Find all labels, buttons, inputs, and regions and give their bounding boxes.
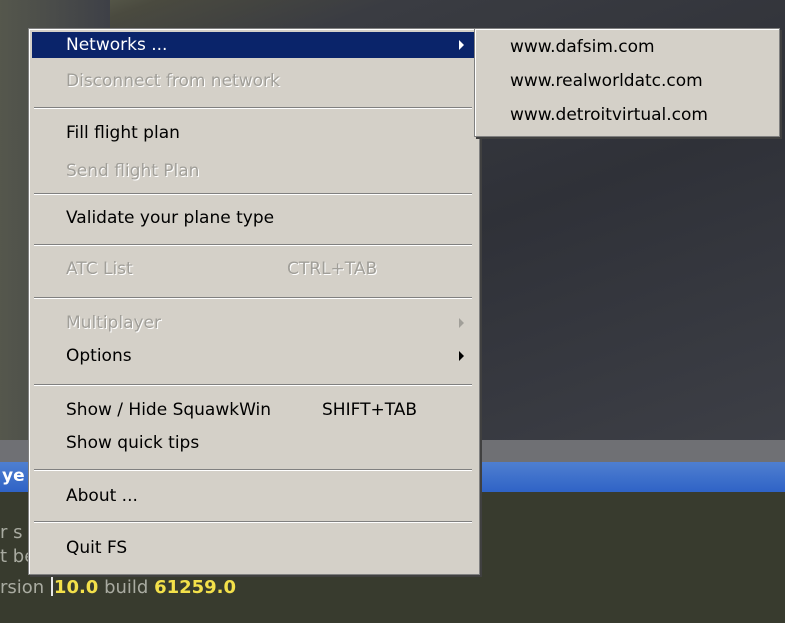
submenu-item-network[interactable]: www.dafsim.com (478, 32, 774, 62)
submenu-item-label: www.detroitvirtual.com (510, 105, 708, 125)
submenu-item-label: www.dafsim.com (510, 37, 655, 57)
menu-separator (34, 297, 472, 299)
context-menu: Networks ... Disconnect from network Fil… (28, 28, 480, 575)
submenu-item-network[interactable]: www.detroitvirtual.com (478, 100, 774, 130)
menu-separator (34, 469, 472, 471)
menu-separator (34, 384, 472, 386)
networks-submenu: www.dafsim.com www.realworldatc.com www.… (474, 28, 780, 137)
menu-item-disconnect[interactable]: Disconnect from network (32, 68, 474, 94)
menu-item-quit[interactable]: Quit FS (32, 535, 474, 561)
menu-item-shortcut: SHIFT+TAB (322, 400, 418, 420)
menu-separator (34, 521, 472, 523)
menu-item-label: ATC List (66, 259, 133, 279)
menu-item-multiplayer[interactable]: Multiplayer (32, 310, 474, 336)
menu-item-options[interactable]: Options (32, 343, 474, 369)
text-caret (50, 576, 53, 596)
console-window-title: ye (2, 466, 25, 486)
menu-separator (34, 244, 472, 246)
menu-item-quick-tips[interactable]: Show quick tips (32, 430, 474, 456)
submenu-arrow-icon (459, 351, 464, 361)
menu-item-label: Disconnect from network (66, 71, 280, 91)
submenu-item-label: www.realworldatc.com (510, 71, 703, 91)
menu-separator (34, 193, 472, 195)
menu-item-fill-flight-plan[interactable]: Fill flight plan (32, 120, 474, 146)
console-version-line: rsion 10.0 build 61259.0 (0, 576, 236, 598)
menu-item-label: Multiplayer (66, 313, 161, 333)
menu-item-networks[interactable]: Networks ... (32, 32, 474, 58)
menu-item-squawkwin[interactable]: Show / Hide SquawkWin SHIFT+TAB (32, 397, 474, 423)
menu-item-shortcut: CTRL+TAB (287, 259, 378, 279)
menu-item-label: Show quick tips (66, 433, 200, 453)
build-value: 61259.0 (154, 577, 237, 598)
version-prefix: rsion (0, 577, 50, 598)
menu-separator (34, 107, 472, 109)
console-line-1: r s (0, 522, 23, 543)
menu-item-send-flight-plan[interactable]: Send flight Plan (32, 158, 474, 184)
menu-item-label: About ... (66, 486, 138, 506)
submenu-arrow-icon (459, 40, 464, 50)
menu-item-validate-plane[interactable]: Validate your plane type (32, 205, 474, 231)
menu-item-label: Options (66, 346, 132, 366)
submenu-item-network[interactable]: www.realworldatc.com (478, 66, 774, 96)
menu-item-label: Send flight Plan (66, 161, 200, 181)
version-value: 10.0 (53, 577, 99, 598)
menu-item-label: Show / Hide SquawkWin (66, 400, 272, 420)
menu-item-label: Validate your plane type (66, 208, 275, 228)
menu-item-label: Networks ... (66, 35, 168, 55)
menu-item-atc-list[interactable]: ATC List CTRL+TAB (32, 256, 474, 282)
submenu-arrow-icon (459, 318, 464, 328)
build-label: build (98, 577, 155, 598)
menu-item-about[interactable]: About ... (32, 483, 474, 509)
menu-item-label: Quit FS (66, 538, 128, 558)
menu-item-label: Fill flight plan (66, 123, 180, 143)
